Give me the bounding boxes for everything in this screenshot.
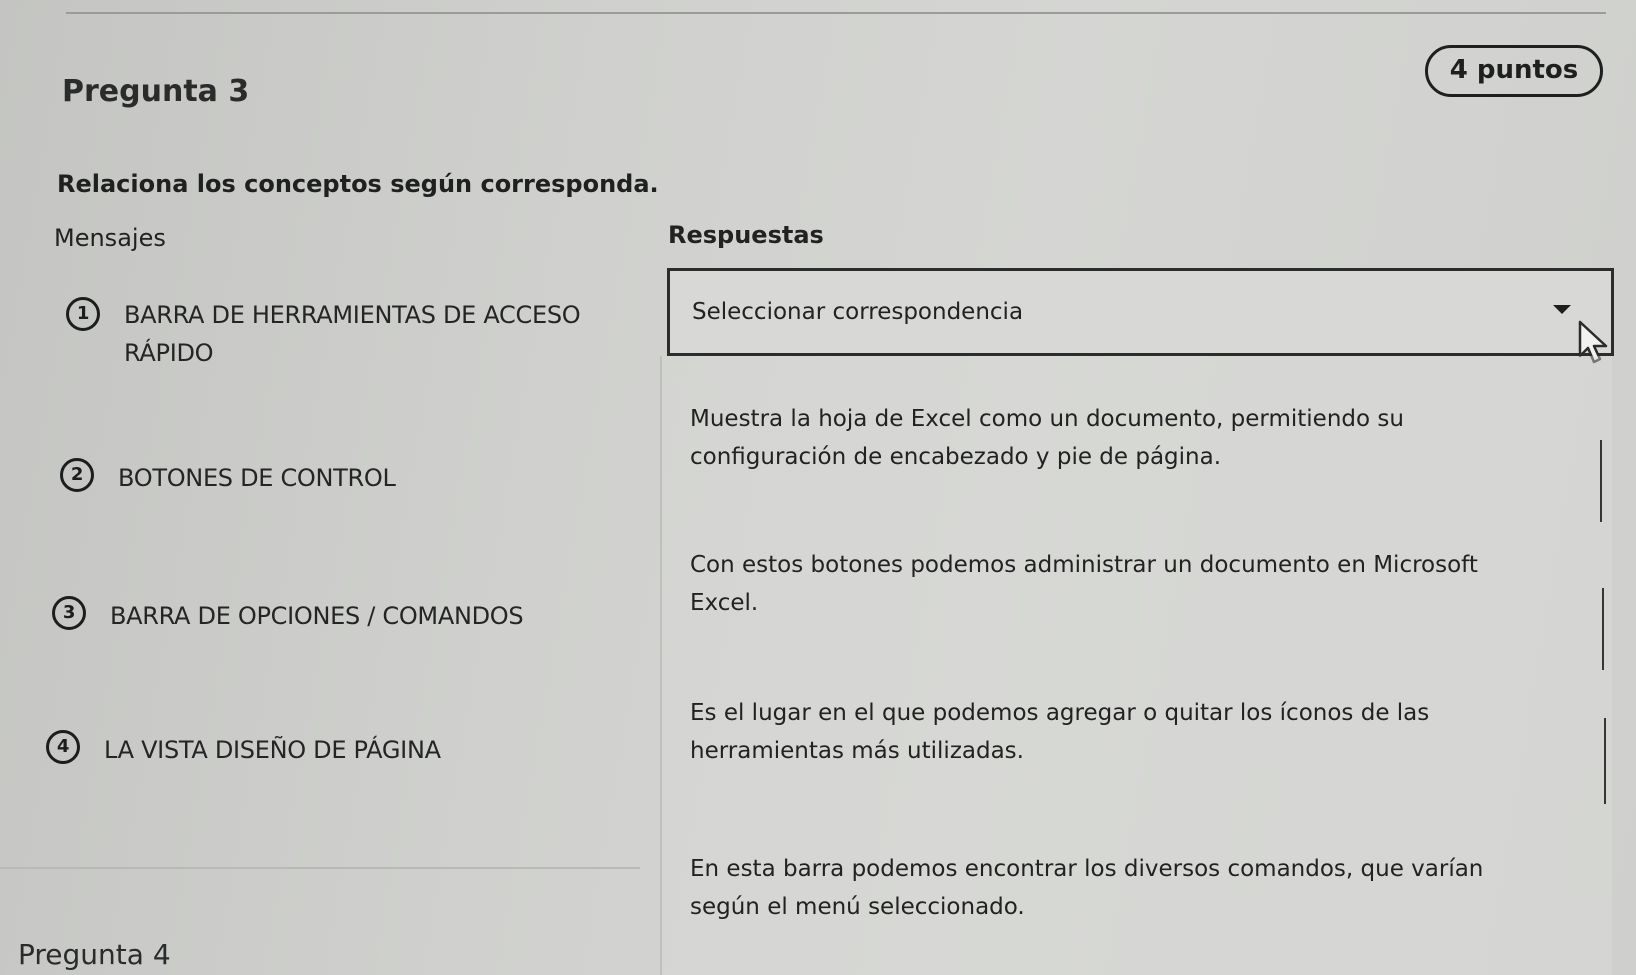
option-text: Es el lugar en el que podemos agregar o …	[690, 700, 1430, 726]
messages-column-header: Mensajes	[54, 224, 166, 252]
answers-column-header: Respuestas	[668, 221, 824, 249]
message-text: LA VISTA DISEÑO DE PÁGINA	[104, 736, 441, 764]
option-text-continued: Excel.	[690, 590, 759, 616]
points-badge: 4 puntos	[1425, 45, 1603, 97]
option-text: Con estos botones podemos administrar un…	[690, 552, 1478, 578]
option-text: En esta barra podemos encontrar los dive…	[690, 856, 1484, 882]
question-title: Pregunta 3	[62, 74, 250, 109]
option-text: Muestra la hoja de Excel como un documen…	[690, 406, 1404, 432]
message-text-continued: RÁPIDO	[124, 339, 214, 367]
number-badge: 2	[60, 458, 94, 492]
option-text-continued: herramientas más utilizadas.	[690, 738, 1024, 764]
chevron-down-icon[interactable]	[1553, 305, 1571, 314]
question-instruction: Relaciona los conceptos según correspond…	[57, 170, 659, 198]
message-text: BOTONES DE CONTROL	[118, 464, 396, 492]
option-edge-marker	[1604, 718, 1606, 804]
correspondence-select[interactable]: Seleccionar correspondencia	[667, 268, 1614, 356]
message-text: BARRA DE OPCIONES / COMANDOS	[110, 602, 524, 630]
section-divider	[0, 867, 640, 869]
number-badge: 1	[66, 297, 100, 331]
options-dropdown-list: Muestra la hoja de Excel como un documen…	[660, 356, 1612, 975]
option-item-1[interactable]: Muestra la hoja de Excel como un documen…	[690, 400, 1570, 476]
number-badge: 4	[46, 730, 80, 764]
option-text-continued: configuración de encabezado y pie de pág…	[690, 444, 1222, 470]
option-item-3[interactable]: Es el lugar en el que podemos agregar o …	[690, 694, 1570, 770]
next-question-title: Pregunta 4	[18, 938, 171, 971]
number-badge: 3	[52, 596, 86, 630]
option-text-continued: según el menú seleccionado.	[690, 894, 1025, 920]
message-text: BARRA DE HERRAMIENTAS DE ACCESO	[124, 301, 581, 329]
select-value: Seleccionar correspondencia	[692, 299, 1024, 325]
option-edge-marker	[1602, 588, 1604, 670]
option-item-4[interactable]: En esta barra podemos encontrar los dive…	[690, 850, 1570, 926]
top-divider	[66, 12, 1606, 14]
option-edge-marker	[1600, 440, 1602, 522]
option-item-2[interactable]: Con estos botones podemos administrar un…	[690, 546, 1570, 622]
